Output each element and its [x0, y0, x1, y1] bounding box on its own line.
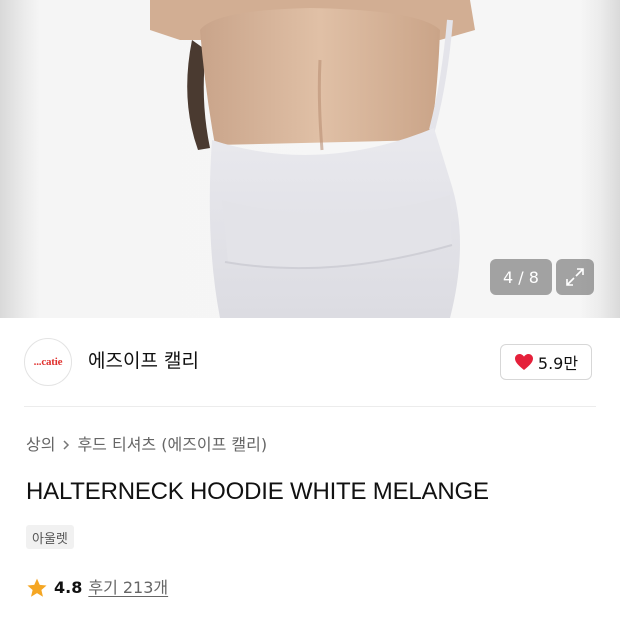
- review-count-link[interactable]: 후기 213개: [88, 576, 168, 600]
- outlet-tag: 아울렛: [26, 525, 74, 549]
- brand-name[interactable]: 에즈이프 캘리: [88, 348, 199, 374]
- rating-row: 4.8 후기 213개: [26, 576, 168, 600]
- star-icon: [27, 578, 47, 597]
- chevron-right-icon: [63, 440, 70, 450]
- product-image-gallery[interactable]: 4 / 8: [0, 0, 620, 318]
- expand-button[interactable]: [556, 259, 594, 295]
- brand-logo[interactable]: ...catie: [24, 338, 72, 386]
- brand-logo-text: ...catie: [33, 356, 63, 368]
- expand-arrows-icon: [566, 268, 584, 286]
- image-counter: 4 / 8: [490, 259, 552, 295]
- breadcrumb-category[interactable]: 상의: [26, 433, 55, 457]
- product-title: HALTERNECK HOODIE WHITE MELANGE: [26, 478, 489, 505]
- heart-icon: [514, 354, 533, 370]
- rating-value: 4.8: [54, 578, 83, 597]
- brand-row: ...catie 에즈이프 캘리 5.9만: [0, 318, 620, 406]
- like-count: 5.9만: [537, 354, 579, 373]
- like-button[interactable]: 5.9만: [500, 344, 592, 380]
- breadcrumb-subcategory[interactable]: 후드 티셔츠 (에즈이프 캘리): [77, 433, 267, 457]
- divider: [24, 406, 596, 407]
- breadcrumb: 상의 후드 티셔츠 (에즈이프 캘리): [26, 433, 267, 457]
